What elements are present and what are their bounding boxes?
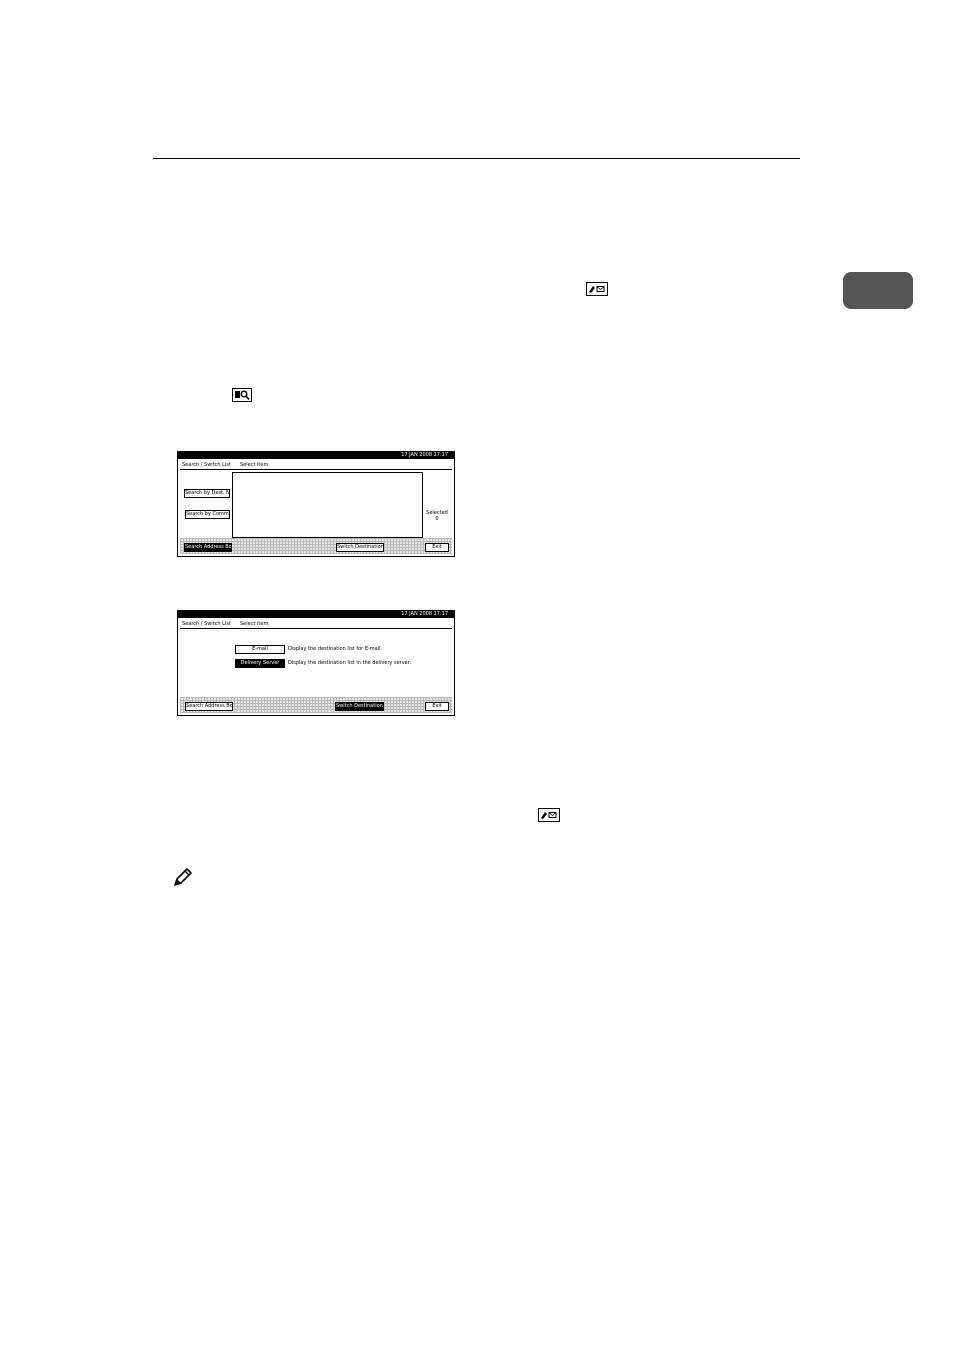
exit-button[interactable]: Exit — [425, 702, 449, 711]
screen-prompt: Select item. — [240, 462, 270, 468]
addressbook-mail-key-icon — [586, 282, 608, 296]
switch-destination-list-button[interactable]: Switch Destination List — [335, 702, 384, 711]
email-list-description: Display the destination list for E-mail. — [288, 646, 383, 652]
status-bar-datetime: 17 JAN 2008 17:17 — [178, 611, 454, 618]
destination-list-box — [232, 472, 423, 538]
header-rule — [153, 158, 800, 159]
screen-title: Search / Switch List — [182, 462, 231, 468]
search-address-book-button[interactable]: Search Address Book — [185, 702, 233, 711]
addressbook-mail-key-icon — [538, 808, 560, 822]
search-magnifier-key-icon — [232, 388, 252, 402]
status-bar-datetime: 17 JAN 2008 17:17 — [178, 452, 454, 459]
email-list-button[interactable]: E-mail — [235, 645, 285, 654]
switch-destination-list-button[interactable]: Switch Destination List — [336, 543, 384, 552]
delivery-server-description: Display the destination list in the deli… — [288, 660, 411, 666]
search-by-dest-name-button[interactable]: Search by Dest. Name — [184, 489, 230, 498]
chapter-tab — [843, 272, 913, 309]
screen-prompt: Select item. — [240, 621, 270, 627]
exit-button[interactable]: Exit — [425, 543, 449, 552]
screen-search-switch-list: 17 JAN 2008 17:17 Search / Switch List S… — [177, 451, 455, 557]
note-pencil-icon — [174, 868, 192, 886]
header-divider — [180, 469, 452, 470]
search-by-comment-button[interactable]: Search by Comment — [185, 510, 230, 519]
search-address-book-button[interactable]: Search Address Book — [184, 543, 232, 552]
screen-switch-destination-list: 17 JAN 2008 17:17 Search / Switch List S… — [177, 610, 455, 716]
screen-title: Search / Switch List — [182, 621, 231, 627]
header-divider — [180, 628, 452, 629]
selected-counter: Selected 0 — [422, 510, 452, 522]
delivery-server-button[interactable]: Delivery Server — [235, 659, 285, 668]
selected-count: 0 — [435, 516, 439, 522]
